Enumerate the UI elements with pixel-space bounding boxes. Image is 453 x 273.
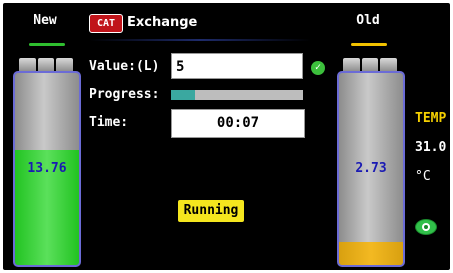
time-display: 00:07 <box>171 109 305 138</box>
temp-label: TEMP <box>415 111 447 126</box>
progress-label: Progress: <box>89 87 160 102</box>
new-tank-cap <box>19 58 74 72</box>
temp-value: 31.0 <box>415 140 447 155</box>
old-tank: 2.73 <box>337 71 405 267</box>
new-tank: 13.76 <box>13 71 81 267</box>
status-badge: Running <box>178 200 244 222</box>
title-divider <box>89 39 311 41</box>
old-tank-header: Old <box>356 13 380 28</box>
device-screen: New 13.76 CAT Exchange Value:(L) 5 ✓ Pro… <box>3 3 450 270</box>
check-circle-icon[interactable]: ✓ <box>311 61 325 75</box>
old-tank-value: 2.73 <box>355 161 387 176</box>
value-label: Value:(L) <box>89 59 160 74</box>
new-tank-header: New <box>33 13 57 28</box>
temp-unit: °C <box>415 169 431 184</box>
progress-bar <box>171 90 303 100</box>
eye-icon[interactable] <box>415 219 437 235</box>
old-tank-cap <box>343 58 398 72</box>
old-tank-indicator <box>351 43 387 46</box>
old-tank-fill <box>339 241 403 265</box>
time-label: Time: <box>89 115 129 130</box>
progress-bar-fill <box>171 90 195 100</box>
new-tank-value: 13.76 <box>27 161 67 176</box>
cat-logo: CAT <box>89 14 123 33</box>
value-input[interactable]: 5 <box>171 53 303 79</box>
page-title: Exchange <box>127 15 198 30</box>
new-tank-indicator <box>29 43 65 46</box>
